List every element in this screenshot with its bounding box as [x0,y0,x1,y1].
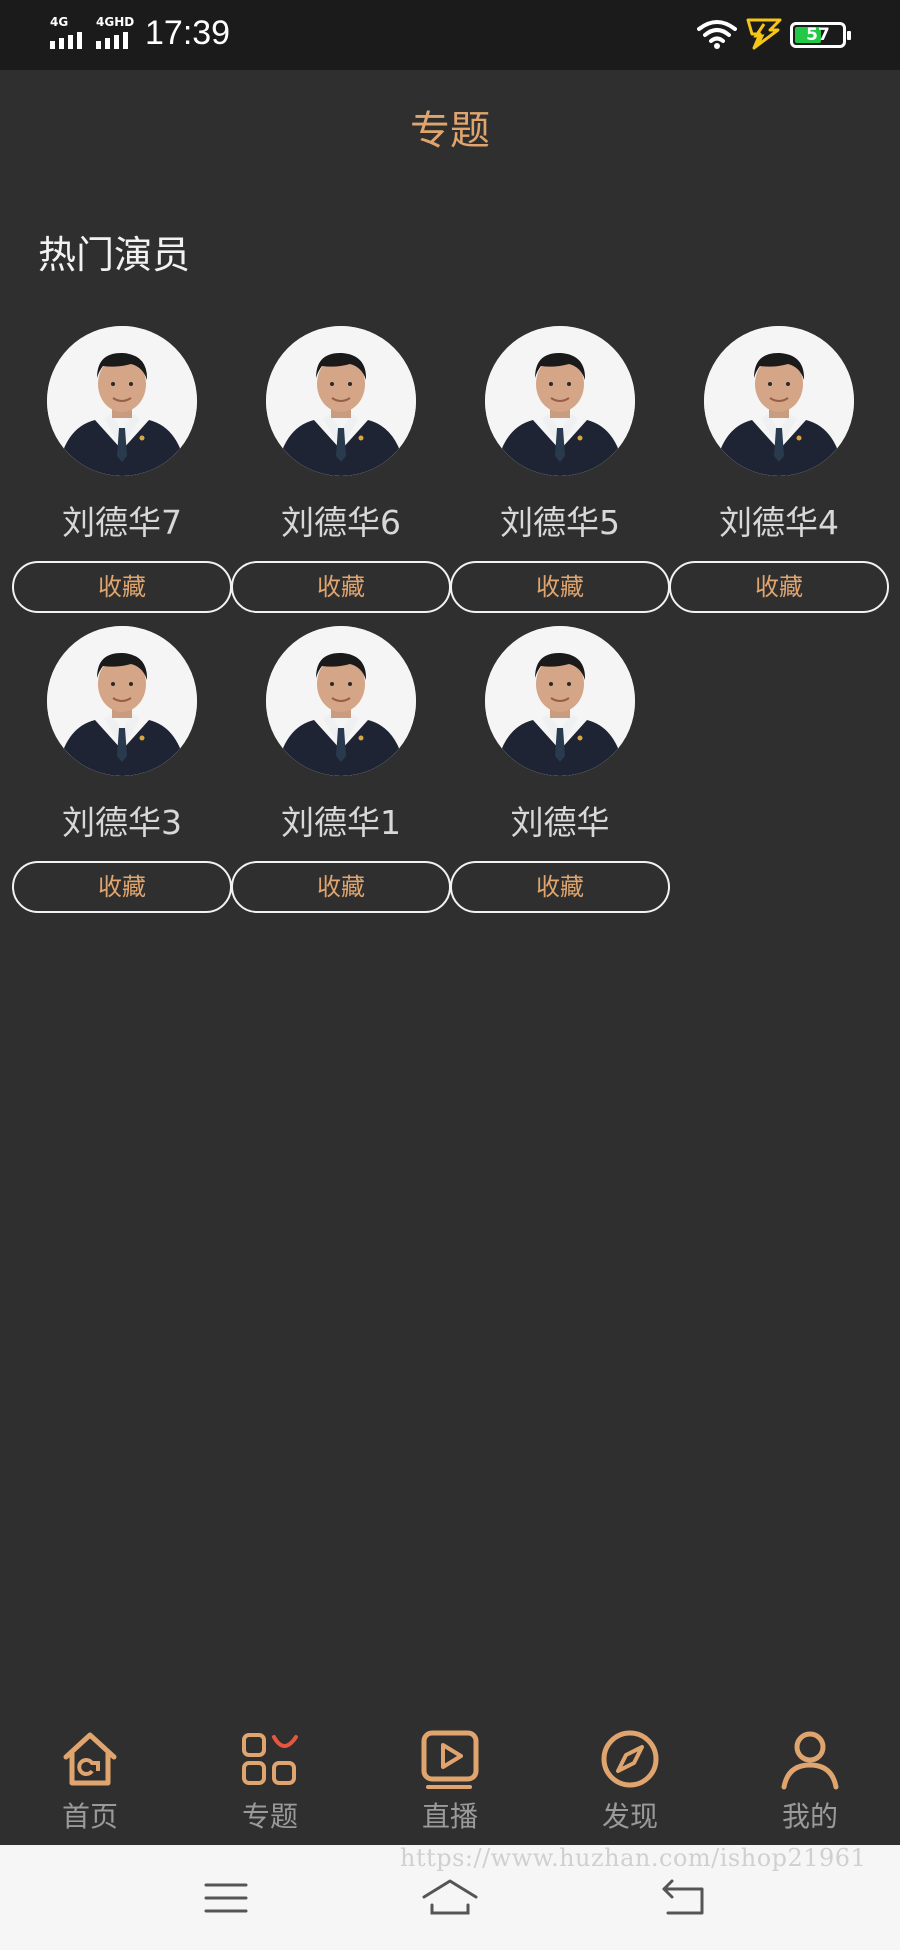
topics-icon [242,1733,298,1785]
tab-live[interactable]: 直播 [360,1715,540,1845]
favorite-button[interactable]: 收藏 [450,861,670,913]
actor-avatar[interactable] [266,326,416,476]
compass-icon [601,1730,659,1788]
home-icon [63,1732,117,1786]
tab-mine[interactable]: 我的 [720,1715,900,1845]
tab-home[interactable]: 首页 [0,1715,180,1845]
actor-name: 刘德华1 [281,803,401,842]
favorite-button[interactable]: 收藏 [12,561,232,613]
battery-icon: 57 [790,22,851,48]
actor-card[interactable]: 刘德华4 收藏 [669,326,889,616]
menu-icon[interactable] [196,1875,256,1921]
tab-label: 发现 [601,1800,658,1833]
network-type-label-2: 4GHD [96,15,135,29]
network-type-label: 4G [50,15,69,29]
user-icon [781,1731,839,1790]
tab-label: 专题 [241,1800,298,1833]
page-title: 专题 [410,108,490,154]
bottom-tab-bar: 首页 专题 直播 发现 我的 [0,1715,900,1845]
charging-icon [746,18,782,50]
actor-avatar[interactable] [485,626,635,776]
actor-card[interactable]: 刘德华1 收藏 [231,626,451,916]
actor-name: 刘德华5 [500,503,620,542]
tab-label: 直播 [421,1800,478,1833]
signal-icon-2: 4GHD [96,16,134,49]
favorite-button[interactable]: 收藏 [450,561,670,613]
actor-avatar[interactable] [485,326,635,476]
actor-name: 刘德华7 [62,503,182,542]
actor-card[interactable]: 刘德华 收藏 [450,626,670,916]
actor-avatar[interactable] [266,626,416,776]
favorite-button[interactable]: 收藏 [12,861,232,913]
status-bar: 4G 4GHD 17:39 57 [0,0,900,70]
clock: 17:39 [145,14,231,52]
battery-level: 57 [806,25,830,45]
watermark: https://www.huzhan.com/ishop21961 [400,1844,867,1872]
home-outline-icon[interactable] [420,1875,480,1921]
actor-card[interactable]: 刘德华3 收藏 [12,626,232,916]
tab-label: 首页 [61,1800,118,1833]
signal-icon: 4G [50,15,82,49]
tab-discover[interactable]: 发现 [540,1715,720,1845]
tab-label: 我的 [781,1800,838,1833]
actor-avatar[interactable] [47,626,197,776]
actor-name: 刘德华4 [719,503,839,542]
favorite-button[interactable]: 收藏 [231,861,451,913]
tab-topics[interactable]: 专题 [180,1715,360,1845]
favorite-button[interactable]: 收藏 [231,561,451,613]
back-icon[interactable] [656,1875,716,1921]
actor-name: 刘德华6 [281,503,401,542]
actor-card[interactable]: 刘德华7 收藏 [12,326,232,616]
actor-avatar[interactable] [704,326,854,476]
actor-name: 刘德华3 [62,803,182,842]
section-title: 热门演员 [38,233,191,277]
wifi-icon [697,20,737,49]
actor-card[interactable]: 刘德华6 收藏 [231,326,451,616]
live-play-icon [421,1730,479,1789]
actor-avatar[interactable] [47,326,197,476]
favorite-button[interactable]: 收藏 [669,561,889,613]
actor-card[interactable]: 刘德华5 收藏 [450,326,670,616]
actor-name: 刘德华 [510,803,610,842]
